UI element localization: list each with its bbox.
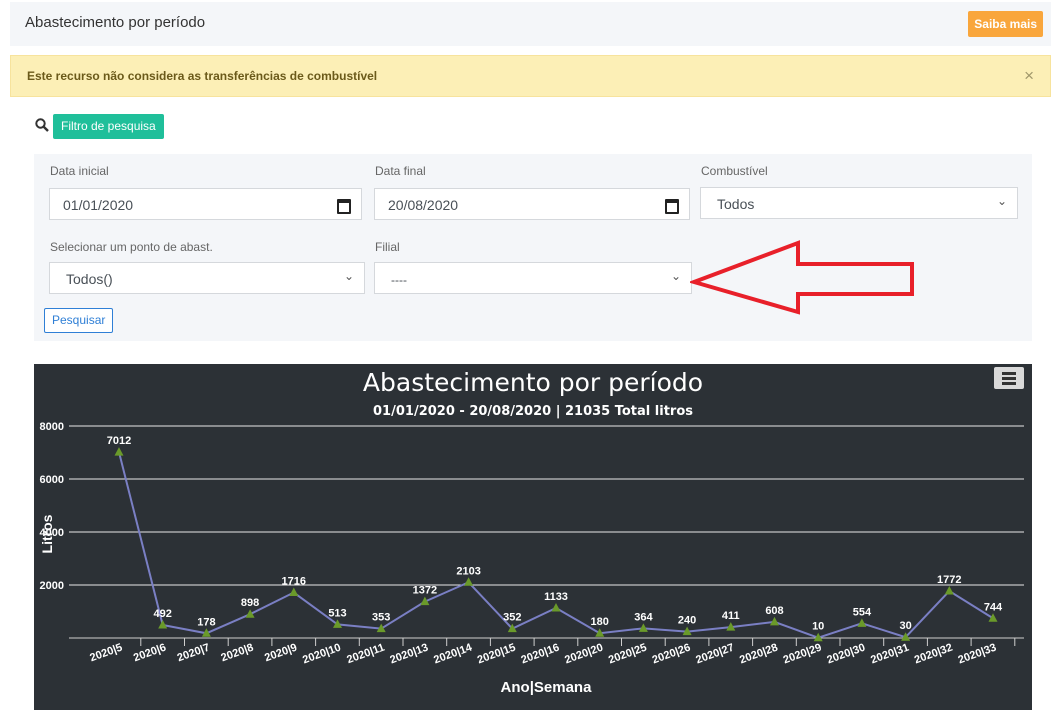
ponto-value: Todos() xyxy=(66,271,113,287)
warning-alert: Este recurso não considera as transferên… xyxy=(10,55,1051,97)
combustivel-select[interactable]: Todos ⌄ xyxy=(700,187,1018,219)
data-inicial-label: Data inicial xyxy=(50,164,109,178)
data-label: 1716 xyxy=(282,576,306,588)
y-tick-label: 2000 xyxy=(40,580,64,592)
filial-select[interactable]: ---- ⌄ xyxy=(374,262,692,294)
page-title: Abastecimento por período xyxy=(25,14,206,31)
x-tick-label: 2020|6 xyxy=(132,642,168,665)
data-marker xyxy=(333,619,342,628)
data-label: 10 xyxy=(812,621,824,633)
y-tick-label: 6000 xyxy=(40,474,64,486)
data-label: 1372 xyxy=(413,585,437,597)
data-final-value: 20/08/2020 xyxy=(388,197,459,213)
data-marker xyxy=(158,619,168,629)
chart-canvas: 2000400060008000 70124921788981716513 353… xyxy=(39,368,1024,696)
filial-value: ---- xyxy=(391,273,407,287)
data-label: 352 xyxy=(503,612,521,624)
saiba-mais-button[interactable]: Saiba mais xyxy=(968,11,1043,37)
ponto-label: Selecionar um ponto de abast. xyxy=(50,240,213,254)
pesquisar-button[interactable]: Pesquisar xyxy=(44,308,114,333)
x-tick-label: 2020|7 xyxy=(176,642,212,665)
x-tick-label: 2020|29 xyxy=(782,642,824,667)
alert-message: Este recurso não considera as transferên… xyxy=(27,69,378,83)
filial-label: Filial xyxy=(375,240,400,254)
data-label: 492 xyxy=(154,608,172,620)
combustivel-value: Todos xyxy=(717,196,755,212)
data-label: 898 xyxy=(241,597,259,609)
x-tick-label: 2020|13 xyxy=(388,642,430,667)
chart-subtitle: 01/01/2020 - 20/08/2020 | 21035 Total li… xyxy=(373,404,693,419)
data-label: 744 xyxy=(984,601,1003,613)
combustivel-label: Combustível xyxy=(701,164,768,178)
x-tick-label: 2020|16 xyxy=(520,642,562,667)
data-label: 353 xyxy=(372,612,390,624)
x-tick-label: 2020|26 xyxy=(651,642,693,667)
data-label: 178 xyxy=(197,616,215,628)
x-tick-label: 2020|10 xyxy=(301,642,343,667)
chevron-down-icon: ⌄ xyxy=(996,194,1007,208)
data-marker xyxy=(464,577,474,586)
calendar-icon[interactable] xyxy=(337,199,351,214)
x-tick-label: 2020|32 xyxy=(913,642,955,667)
y-axis-label: Litros xyxy=(39,514,55,553)
x-tick-label: 2020|14 xyxy=(432,641,474,666)
data-marker xyxy=(289,587,299,597)
data-label: 513 xyxy=(328,607,346,619)
data-final-input[interactable]: 20/08/2020 xyxy=(374,188,690,220)
x-tick-label: 2020|25 xyxy=(607,642,649,667)
x-axis-label: Ano|Semana xyxy=(501,679,593,696)
data-label: 554 xyxy=(853,606,872,618)
data-label: 1133 xyxy=(544,591,568,603)
x-tick-label: 2020|9 xyxy=(263,642,299,665)
x-tick-label: 2020|20 xyxy=(563,642,605,667)
data-label: 411 xyxy=(722,610,740,622)
data-label: 180 xyxy=(591,616,609,628)
data-marker xyxy=(551,602,561,612)
close-icon[interactable]: × xyxy=(1024,66,1034,86)
line-chart: 2000 4000 6000 8000 7012 492 178 898 1716 513 353… xyxy=(34,364,1032,710)
data-inicial-input[interactable]: 01/01/2020 xyxy=(49,188,362,220)
chart-title: Abastecimento por período xyxy=(363,368,703,397)
x-tick-label: 2020|33 xyxy=(957,642,999,667)
red-arrow-annotation xyxy=(690,240,914,315)
data-final-label: Data final xyxy=(375,164,426,178)
data-label: 2103 xyxy=(456,565,480,577)
data-marker xyxy=(988,613,998,622)
data-marker xyxy=(770,616,779,626)
filter-button[interactable]: Filtro de pesquisa xyxy=(53,114,164,139)
ponto-select[interactable]: Todos() ⌄ xyxy=(49,262,365,294)
data-label: 240 xyxy=(678,615,696,627)
data-marker xyxy=(857,618,867,627)
data-label: 364 xyxy=(634,611,653,623)
y-tick-label: 8000 xyxy=(40,421,64,433)
calendar-icon[interactable] xyxy=(665,199,679,214)
chevron-down-icon: ⌄ xyxy=(670,269,681,283)
search-icon xyxy=(35,118,49,132)
x-tick-label: 2020|27 xyxy=(694,642,736,667)
x-tick-label: 2020|15 xyxy=(476,642,518,667)
x-tick-label: 2020|30 xyxy=(825,642,867,667)
chart-menu-button[interactable] xyxy=(994,367,1024,389)
data-label: 30 xyxy=(899,620,911,632)
chevron-down-icon: ⌄ xyxy=(343,269,354,283)
x-tick-label: 2020|11 xyxy=(345,642,386,667)
data-label: 1772 xyxy=(937,574,961,586)
x-tick-label: 2020|28 xyxy=(738,642,780,667)
data-label: 608 xyxy=(765,605,783,617)
x-tick-label: 2020|5 xyxy=(88,642,124,665)
page-header: Abastecimento por período Saiba mais xyxy=(10,2,1051,46)
data-marker xyxy=(114,447,124,456)
data-marker xyxy=(944,586,954,595)
data-inicial-value: 01/01/2020 xyxy=(63,197,134,213)
x-tick-label: 2020|8 xyxy=(219,642,255,665)
data-label: 7012 xyxy=(107,435,131,447)
x-tick-label: 2020|31 xyxy=(869,642,911,667)
